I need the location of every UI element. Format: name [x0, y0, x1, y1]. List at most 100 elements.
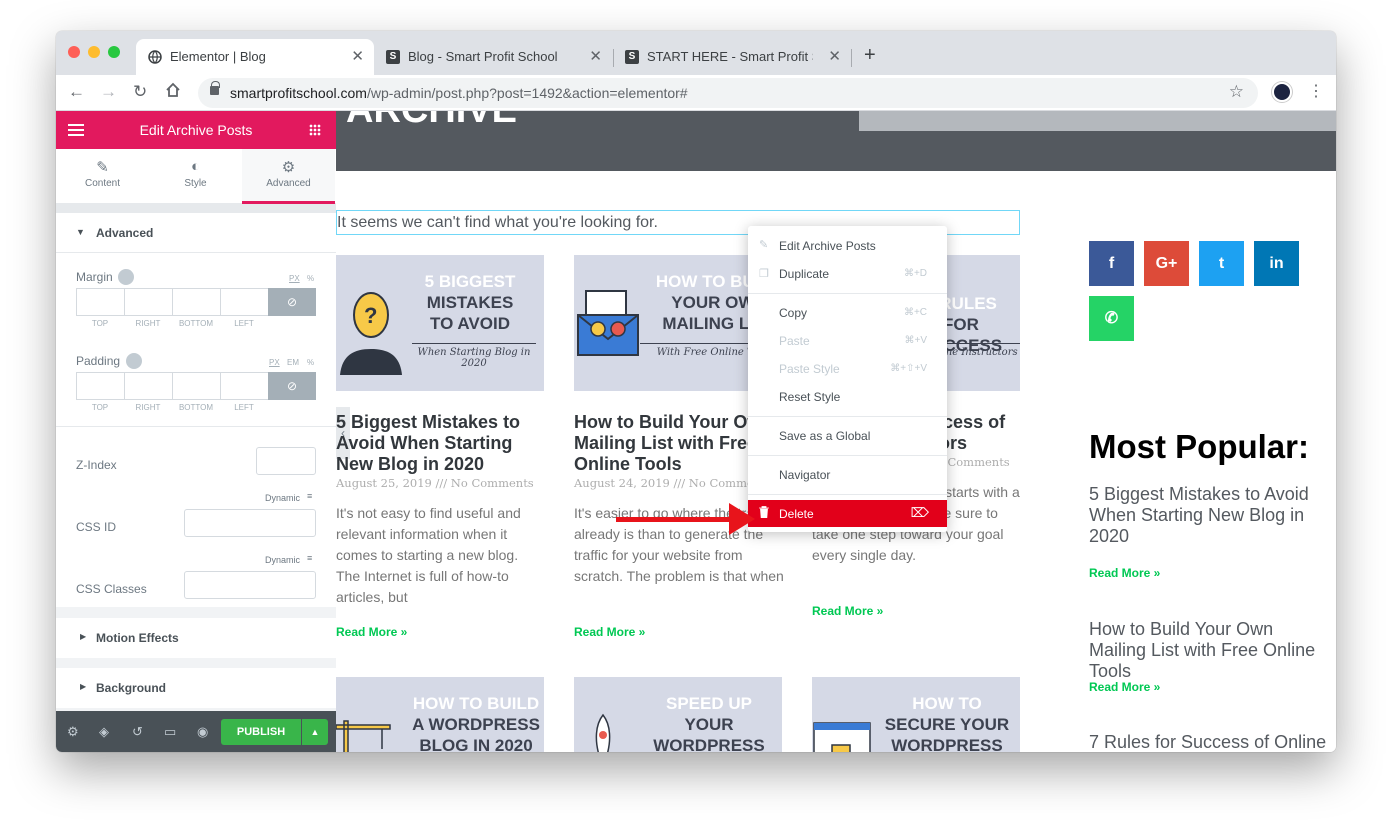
post-thumbnail[interactable]: HOW TO SECURE YOUR WORDPRESS	[812, 677, 1020, 752]
bookmark-star-icon[interactable]: ☆	[1229, 82, 1244, 102]
publish-button[interactable]: PUBLISH	[221, 719, 301, 745]
menu-item-reset-style[interactable]: Reset Style	[779, 390, 840, 404]
margin-dim-labels: TOP RIGHT BOTTOM LEFT	[91, 319, 254, 328]
database-icon[interactable]: ≡	[307, 553, 312, 563]
archive-hero: ARCHIVE	[336, 111, 1336, 171]
responsive-desktop-icon[interactable]	[126, 353, 142, 369]
menu-item-paste[interactable]: Paste	[779, 334, 810, 348]
shortcut-duplicate: ⌘+D	[903, 268, 927, 279]
link-values-icon[interactable]: ⊘	[268, 372, 316, 400]
tab-strip: Elementor | Blog ✕ S Blog - Smart Profit…	[56, 31, 1336, 75]
popular-post-link[interactable]: 5 Biggest Mistakes to Avoid When Startin…	[1089, 484, 1334, 547]
read-more-link[interactable]: Read More »	[336, 625, 407, 639]
menu-item-paste-style[interactable]: Paste Style	[779, 362, 840, 376]
read-more-link[interactable]: Read More »	[1089, 566, 1160, 580]
post-excerpt: It's not easy to find useful and relevan…	[336, 505, 521, 605]
tab-blog[interactable]: S Blog - Smart Profit School ✕	[374, 39, 612, 75]
post-title[interactable]: How to Build Your Own Mailing List with …	[574, 412, 774, 475]
menu-item-copy[interactable]: Copy	[779, 306, 807, 320]
publish-options-icon[interactable]: ▲	[302, 719, 328, 745]
home-icon[interactable]	[165, 82, 181, 103]
motion-effects-section[interactable]: ▶ Motion Effects	[56, 618, 336, 658]
padding-unit-px[interactable]: PX	[269, 358, 280, 367]
whatsapp-share-button[interactable]: ✆	[1089, 296, 1134, 341]
read-more-link[interactable]: Read More »	[812, 604, 883, 618]
panel-header: Edit Archive Posts	[56, 111, 336, 149]
close-tab-icon[interactable]: ✕	[828, 47, 841, 65]
post-thumbnail[interactable]: ? 5 BIGGEST MISTAKES TO AVOID When Start…	[336, 255, 544, 391]
twitter-share-button[interactable]: t	[1199, 241, 1244, 286]
menu-item-save-global[interactable]: Save as a Global	[779, 429, 870, 443]
back-icon[interactable]: ←	[68, 82, 85, 102]
tab-elementor-blog[interactable]: Elementor | Blog ✕	[136, 39, 374, 75]
tab-content[interactable]: ✎ Content	[56, 149, 149, 204]
margin-unit-px[interactable]: PX	[289, 274, 300, 283]
menu-item-delete[interactable]: Delete ⌦	[748, 500, 947, 527]
margin-bottom-input[interactable]	[172, 288, 220, 316]
margin-top-input[interactable]	[76, 288, 124, 316]
responsive-desktop-icon[interactable]	[118, 269, 134, 285]
cssid-input[interactable]	[184, 509, 316, 537]
layers-icon[interactable]: ◈	[99, 724, 109, 740]
google-plus-share-button[interactable]: G+	[1144, 241, 1189, 286]
forward-icon[interactable]: →	[100, 82, 117, 102]
tab-advanced[interactable]: ⚙ Advanced	[242, 149, 335, 204]
globe-icon	[148, 50, 162, 64]
padding-inputs: ⊘	[76, 372, 316, 400]
maximize-window-button[interactable]	[108, 46, 120, 58]
address-bar[interactable]: smartprofitschool.com/wp-admin/post.php?…	[198, 78, 1258, 108]
reload-icon[interactable]: ↻	[133, 82, 147, 102]
close-tab-icon[interactable]: ✕	[589, 47, 602, 65]
profile-avatar[interactable]	[1272, 82, 1292, 102]
post-thumbnail[interactable]: HOW TO BUILD A WORDPRESS BLOG IN 2020	[336, 677, 544, 752]
menu-kebab-icon[interactable]: ⋮	[1308, 81, 1324, 101]
read-more-link[interactable]: Read More »	[574, 625, 645, 639]
link-values-icon[interactable]: ⊘	[268, 288, 316, 316]
read-more-link[interactable]: Read More »	[1089, 680, 1160, 694]
trash-icon	[759, 506, 769, 521]
tab-style[interactable]: ◐ Style	[149, 149, 242, 204]
caret-right-icon: ▶	[80, 632, 87, 641]
zindex-input[interactable]	[256, 447, 316, 475]
minimize-window-button[interactable]	[88, 46, 100, 58]
close-window-button[interactable]	[68, 46, 80, 58]
hero-title: ARCHIVE	[346, 111, 517, 132]
database-icon[interactable]: ≡	[307, 491, 312, 501]
hero-search-box[interactable]	[859, 111, 1336, 131]
margin-left-input[interactable]	[220, 288, 268, 316]
advanced-section-header[interactable]: ▼ Advanced	[56, 213, 336, 253]
thumb-headline: HOW TO SECURE YOUR WORDPRESS	[884, 694, 1010, 752]
padding-left-input[interactable]	[220, 372, 268, 400]
post-title[interactable]: 5 Biggest Mistakes to Avoid When Startin…	[336, 412, 548, 475]
menu-item-navigator[interactable]: Navigator	[779, 468, 830, 482]
linkedin-share-button[interactable]: in	[1254, 241, 1299, 286]
margin-right-input[interactable]	[124, 288, 172, 316]
dynamic-tag[interactable]: Dynamic	[265, 493, 300, 503]
thumb-subtitle: When Starting Blog in 2020	[412, 343, 536, 369]
new-tab-button[interactable]: +	[864, 44, 876, 67]
settings-icon[interactable]: ⚙	[67, 724, 79, 740]
pencil-icon: ✎	[759, 239, 769, 251]
tab-start-here[interactable]: S START HERE - Smart Profit Sc ✕	[613, 39, 851, 75]
menu-item-edit[interactable]: Edit Archive Posts	[779, 239, 876, 253]
menu-item-duplicate[interactable]: Duplicate	[779, 267, 829, 281]
padding-unit-percent[interactable]: %	[307, 358, 314, 367]
popular-post-link[interactable]: 7 Rules for Success of Online	[1089, 732, 1334, 752]
cssclasses-input[interactable]	[184, 571, 316, 599]
background-section[interactable]: ▶ Background	[56, 668, 336, 708]
facebook-share-button[interactable]: f	[1089, 241, 1134, 286]
close-tab-icon[interactable]: ✕	[351, 47, 364, 65]
responsive-mode-icon[interactable]: ▭	[164, 724, 176, 740]
popular-post-link[interactable]: How to Build Your Own Mailing List with …	[1089, 619, 1334, 682]
margin-unit-percent[interactable]: %	[307, 274, 314, 283]
padding-right-input[interactable]	[124, 372, 172, 400]
history-icon[interactable]: ↺	[132, 724, 143, 740]
padding-unit-em[interactable]: EM	[287, 358, 299, 367]
preview-eye-icon[interactable]: ◉	[197, 724, 208, 740]
dynamic-tag[interactable]: Dynamic	[265, 555, 300, 565]
padding-bottom-input[interactable]	[172, 372, 220, 400]
post-thumbnail[interactable]: SPEED UP YOUR WORDPRESS	[574, 677, 782, 752]
padding-top-input[interactable]	[76, 372, 124, 400]
widgets-grid-icon[interactable]	[309, 124, 321, 136]
cssclasses-label: CSS Classes	[76, 582, 147, 596]
